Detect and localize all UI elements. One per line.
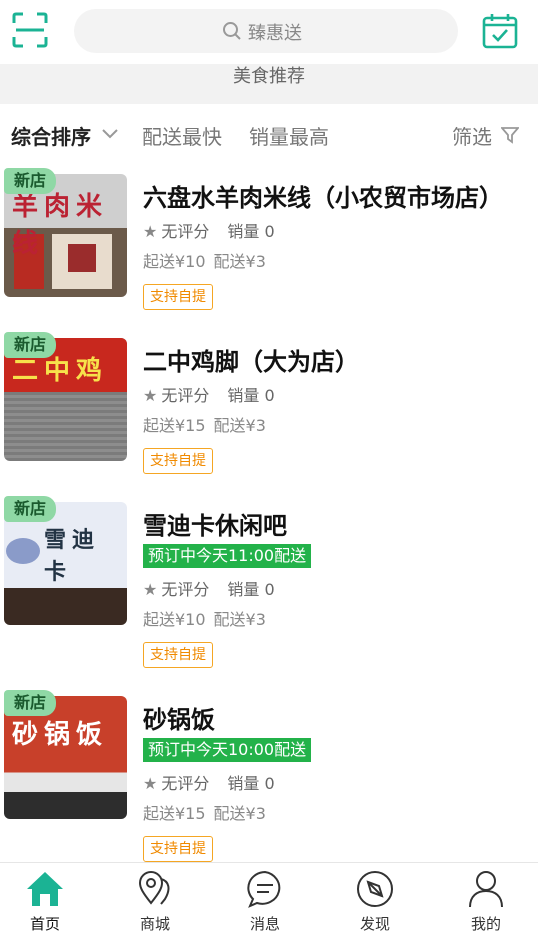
tab-discover[interactable]: 发现 [321,863,429,933]
star-icon: ★ [143,774,158,793]
compass-icon [357,871,393,907]
shop-name[interactable]: 二中鸡脚（大为店） [143,342,359,377]
star-icon: ★ [143,580,158,599]
shop-fees: 起送¥15 配送¥3 [143,800,266,824]
shop-sales: 销量 0 [227,386,275,405]
new-shop-badge: 新店 [4,496,56,522]
min-order: 起送¥15 [143,416,206,435]
shop-fees: 起送¥10 配送¥3 [143,248,266,272]
section-title: 美食推荐 [233,66,305,87]
shop-name[interactable]: 砂锅饭 [143,700,215,735]
shop-list: 羊肉米线 新店 六盘水羊肉米线（小农贸市场店） ★ 无评分 销量 0 起送¥10 配送… [0,162,538,878]
filter-icon[interactable] [501,126,519,144]
search-bar[interactable]: 臻惠送 [74,9,458,53]
chevron-down-icon[interactable] [101,128,119,140]
shop-rating: ★ 无评分 销量 0 [143,774,275,793]
scan-icon[interactable] [12,12,48,48]
shop-sign-text: 羊肉米线 [12,192,109,259]
delivery-fee: 配送¥3 [213,804,266,823]
shop-rating: ★ 无评分 销量 0 [143,580,275,599]
delivery-fee: 配送¥3 [213,610,266,629]
shop-rating: ★ 无评分 销量 0 [143,222,275,241]
min-order: 起送¥10 [143,252,206,271]
preorder-badge: 预订中今天10:00配送 [143,738,312,762]
delivery-fee: 配送¥3 [213,416,266,435]
shop-sign-text: 雪迪卡 [44,528,101,585]
tab-mall[interactable]: 商城 [101,863,209,933]
shop-card[interactable]: 羊肉米线 新店 六盘水羊肉米线（小农贸市场店） ★ 无评分 销量 0 起送¥10 配送… [0,162,538,326]
calendar-icon[interactable] [482,13,518,49]
sort-top-sales[interactable]: 销量最高 [249,121,329,150]
new-shop-badge: 新店 [4,690,56,716]
shop-rating: ★ 无评分 销量 0 [143,386,275,405]
user-icon [469,871,503,908]
shop-fees: 起送¥15 配送¥3 [143,412,266,436]
shop-card[interactable]: 二中鸡 新店 二中鸡脚（大为店） ★ 无评分 销量 0 起送¥15 配送¥3 支持自提 [0,326,538,490]
self-pickup-badge: 支持自提 [143,642,213,668]
tab-profile[interactable]: 我的 [432,863,538,933]
tab-home[interactable]: 首页 [0,863,99,933]
search-placeholder: 臻惠送 [248,23,302,44]
sort-fastest[interactable]: 配送最快 [142,121,222,150]
self-pickup-badge: 支持自提 [143,448,213,474]
sort-bar: 综合排序 配送最快 销量最高 筛选 [0,104,538,162]
shop-name[interactable]: 六盘水羊肉米线（小农贸市场店） [143,178,503,213]
preorder-badge: 预订中今天11:00配送 [143,544,312,568]
location-pin-icon [138,871,170,905]
search-icon [223,22,241,40]
bottom-tab-bar: 首页 商城 消息 发现 我的 [0,862,538,933]
shop-sales: 销量 0 [227,774,275,793]
top-bar: 臻惠送 [0,0,538,64]
shop-sign-text: 砂锅饭 [12,720,109,750]
filter-button[interactable]: 筛选 [452,121,492,150]
shop-sales: 销量 0 [227,580,275,599]
chat-bubble-icon [247,870,281,908]
shop-name[interactable]: 雪迪卡休闲吧 [143,506,287,541]
sort-comprehensive[interactable]: 综合排序 [11,121,91,150]
self-pickup-badge: 支持自提 [143,836,213,862]
shop-card[interactable]: 雪迪卡 新店 雪迪卡休闲吧 预订中今天11:00配送 ★ 无评分 销量 0 起送¥1… [0,490,538,684]
delivery-fee: 配送¥3 [213,252,266,271]
min-order: 起送¥10 [143,610,206,629]
section-header: 美食推荐 [0,64,538,104]
star-icon: ★ [143,386,158,405]
tab-messages[interactable]: 消息 [211,863,319,933]
shop-sales: 销量 0 [227,222,275,241]
new-shop-badge: 新店 [4,332,56,358]
star-icon: ★ [143,222,158,241]
shop-fees: 起送¥10 配送¥3 [143,606,266,630]
min-order: 起送¥15 [143,804,206,823]
self-pickup-badge: 支持自提 [143,284,213,310]
shop-card[interactable]: 砂锅饭 新店 砂锅饭 预订中今天10:00配送 ★ 无评分 销量 0 起送¥15 配送… [0,684,538,878]
new-shop-badge: 新店 [4,168,56,194]
home-icon [27,872,63,906]
